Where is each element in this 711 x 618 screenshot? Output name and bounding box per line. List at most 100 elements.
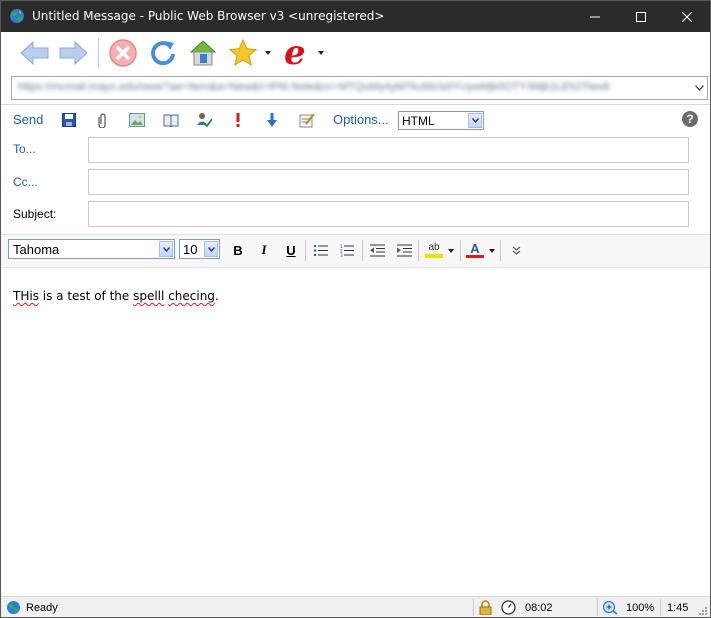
status-bar: Ready 08:02 100% 1:45 (1, 596, 710, 617)
misspelled-word[interactable]: THis (13, 289, 39, 303)
divider (1, 104, 710, 105)
resize-grip-icon[interactable] (699, 607, 708, 616)
font-size-value: 10 (183, 242, 198, 257)
chevron-down-icon[interactable] (695, 85, 704, 91)
highlight-button[interactable]: ab (424, 241, 444, 259)
stopwatch-icon (501, 600, 516, 615)
bulleted-list-button[interactable] (313, 241, 329, 259)
increase-indent-button[interactable] (396, 241, 412, 259)
send-button[interactable]: Send (13, 112, 43, 127)
misspelled-word[interactable]: checing (168, 289, 215, 303)
message-body[interactable]: THis is a test of the spelll checing. (13, 289, 219, 303)
signature-button[interactable] (299, 112, 315, 128)
high-importance-icon (236, 113, 240, 127)
forward-button[interactable] (56, 36, 90, 70)
maximize-icon (636, 11, 646, 22)
minimize-button[interactable] (572, 1, 618, 32)
bold-button[interactable]: B (230, 241, 246, 259)
favorites-button[interactable] (227, 36, 259, 70)
cc-field[interactable] (88, 169, 689, 195)
to-field[interactable] (88, 137, 689, 163)
high-importance-button[interactable] (230, 112, 246, 128)
to-button[interactable]: To... (13, 142, 36, 156)
decrease-indent-icon (369, 244, 385, 256)
toolbar-separator (362, 240, 363, 261)
body-text: . (214, 289, 219, 303)
status-divider (660, 599, 661, 616)
chevron-down-icon[interactable] (159, 241, 173, 257)
refresh-button[interactable] (146, 36, 180, 70)
highlight-dropdown-arrow[interactable] (448, 249, 454, 253)
check-names-icon (197, 113, 212, 128)
status-divider (597, 599, 598, 616)
font-color-icon: A (470, 241, 480, 256)
address-url[interactable]: https://mcmail.mayo.edu/owa/?ae=Item&a=N… (18, 81, 683, 93)
subject-label: Subject: (13, 207, 57, 221)
font-color-button[interactable]: A (465, 241, 485, 259)
font-size-select[interactable]: 10 (179, 239, 220, 259)
format-toolbar: Tahoma 10 B I U 1 2 3 ab A (1, 234, 710, 268)
numbered-list-button[interactable]: 1 2 3 (339, 241, 355, 259)
browser-e-logo-icon: e (284, 36, 306, 70)
font-family-value: Tahoma (13, 242, 60, 257)
stop-button[interactable] (106, 36, 140, 70)
stop-icon (109, 39, 137, 67)
toolbar-separator (418, 240, 419, 261)
check-names-button[interactable] (196, 112, 212, 128)
highlight-color-bar (425, 254, 443, 258)
font-family-select[interactable]: Tahoma (8, 239, 175, 259)
decrease-indent-button[interactable] (369, 241, 385, 259)
format-select[interactable]: HTML (398, 111, 484, 130)
security-lock[interactable] (479, 597, 492, 617)
toolbar-separator (500, 240, 501, 261)
globe-icon (10, 9, 24, 23)
minimize-icon (590, 16, 600, 17)
font-color-dropdown-arrow[interactable] (489, 249, 495, 253)
subject-field[interactable] (88, 201, 689, 227)
save-button[interactable] (61, 112, 77, 128)
home-button[interactable] (186, 36, 220, 70)
low-importance-icon (267, 113, 277, 127)
svg-text:e: e (284, 36, 306, 70)
attach-paperclip-icon (98, 113, 106, 128)
signature-icon (299, 113, 315, 128)
browser-toolbar: e (1, 32, 710, 73)
help-icon[interactable]: ? (682, 111, 698, 127)
toolbar-separator (460, 240, 461, 261)
e-logo-dropdown-arrow[interactable] (318, 51, 324, 55)
font-color-bar (466, 255, 484, 258)
double-chevron-down-icon (512, 246, 520, 255)
favorites-star-icon (228, 38, 258, 67)
misspelled-word[interactable]: spelll (133, 289, 164, 303)
back-button[interactable] (18, 36, 52, 70)
status-text: Ready (26, 601, 58, 614)
options-link[interactable]: Options... (333, 112, 389, 127)
status-globe (6, 597, 21, 617)
insert-image-button[interactable] (129, 112, 145, 128)
address-bar[interactable]: https://mcmail.mayo.edu/owa/?ae=Item&a=N… (11, 76, 708, 100)
numbered-list-icon: 1 2 3 (340, 244, 354, 257)
attach-button[interactable] (95, 112, 111, 128)
favorites-dropdown-arrow[interactable] (265, 51, 271, 55)
zoom-control[interactable] (602, 597, 618, 617)
e-logo-button[interactable]: e (280, 36, 314, 70)
format-select-value: HTML (402, 114, 435, 128)
window-title: Untitled Message - Public Web Browser v3… (32, 9, 385, 23)
cc-button[interactable]: Cc... (13, 175, 38, 189)
address-book-button[interactable] (163, 112, 179, 128)
zoom-level[interactable]: 100% (626, 597, 654, 617)
timer-value: 08:02 (525, 601, 553, 614)
chevron-down-icon[interactable] (204, 241, 218, 257)
more-options-button[interactable] (508, 241, 524, 259)
back-arrow-icon (20, 40, 49, 66)
chevron-down-icon[interactable] (468, 113, 482, 128)
maximize-button[interactable] (618, 1, 664, 32)
italic-button[interactable]: I (256, 241, 272, 259)
lock-icon (479, 600, 492, 615)
underline-button[interactable]: U (283, 241, 299, 259)
refresh-icon (151, 41, 175, 66)
close-button[interactable] (664, 1, 710, 32)
address-book-icon (163, 114, 179, 127)
timer[interactable] (501, 597, 516, 617)
low-importance-button[interactable] (264, 112, 280, 128)
